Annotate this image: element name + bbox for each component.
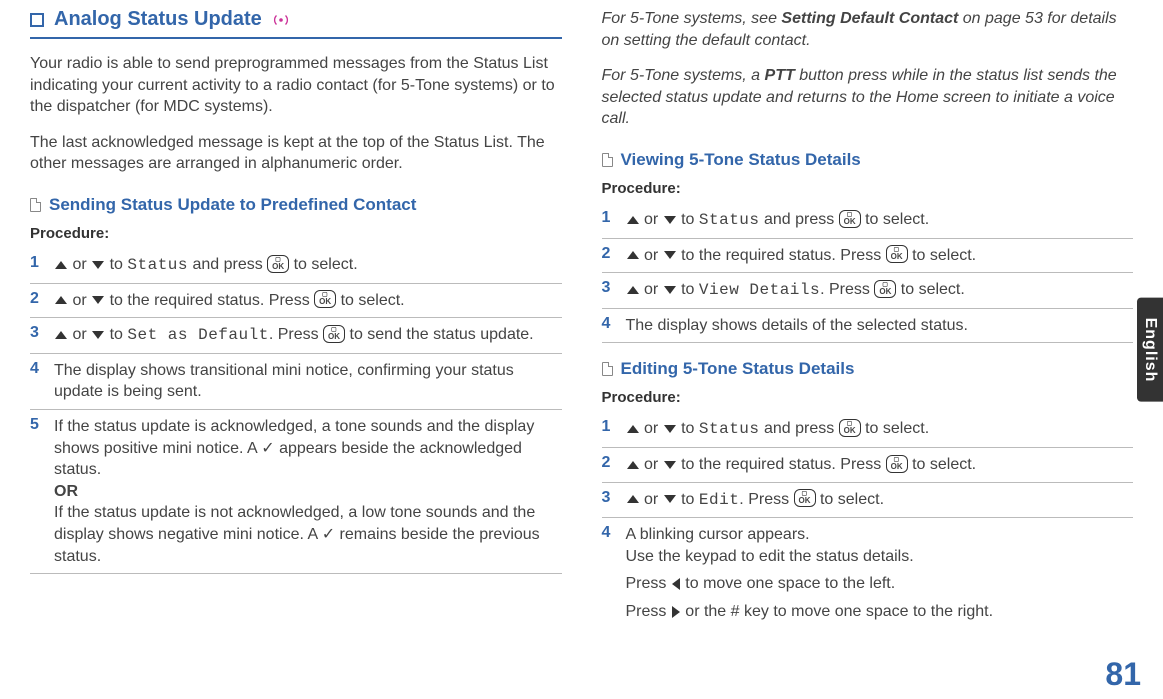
language-tab: English	[1137, 297, 1163, 402]
down-arrow-icon	[664, 286, 676, 294]
up-arrow-icon	[55, 261, 67, 269]
step-text: or to Status and press ▢OK to select.	[626, 418, 930, 441]
section-title: Analog Status Update	[54, 8, 262, 31]
step-text: or to Status and press ▢OK to select.	[626, 209, 930, 232]
ok-button-icon: ▢OK	[323, 325, 345, 343]
step-text: If the status update is acknowledged, a …	[54, 416, 562, 567]
step-text: or to Status and press ▢OK to select.	[54, 254, 358, 277]
up-arrow-icon	[627, 286, 639, 294]
step-text: A blinking cursor appears. Use the keypa…	[626, 524, 994, 622]
up-arrow-icon	[627, 495, 639, 503]
step-number: 3	[602, 279, 616, 297]
up-arrow-icon	[627, 461, 639, 469]
right-arrow-icon	[672, 606, 680, 618]
antenna-icon	[272, 11, 290, 29]
ok-button-icon: ▢OK	[794, 489, 816, 507]
step-number: 1	[30, 254, 44, 272]
up-arrow-icon	[627, 425, 639, 433]
down-arrow-icon	[664, 251, 676, 259]
step-row: 2 or to the required status. Press ▢OK t…	[30, 284, 562, 319]
step-row: 5 If the status update is acknowledged, …	[30, 410, 562, 574]
step-number: 5	[30, 416, 44, 434]
subsection-title: Editing 5-Tone Status Details	[621, 359, 855, 379]
subsection-title: Viewing 5-Tone Status Details	[621, 150, 861, 170]
step-row: 2 or to the required status. Press ▢OK t…	[602, 239, 1134, 274]
page-body: Analog Status Update Your radio is able …	[0, 0, 1163, 659]
up-arrow-icon	[55, 331, 67, 339]
step-row: 4 The display shows details of the selec…	[602, 309, 1134, 344]
page-icon	[602, 362, 613, 376]
step-number: 2	[602, 245, 616, 263]
step-row: 4 A blinking cursor appears. Use the key…	[602, 518, 1134, 628]
procedure-label: Procedure:	[30, 225, 562, 242]
down-arrow-icon	[664, 495, 676, 503]
step-number: 4	[602, 524, 616, 542]
step-number: 1	[602, 418, 616, 436]
left-arrow-icon	[672, 578, 680, 590]
step-text: or to Edit. Press ▢OK to select.	[626, 489, 885, 512]
square-bullet-icon	[30, 13, 44, 27]
step-row: 1 or to Status and press ▢OK to select.	[602, 412, 1134, 448]
right-column: For 5-Tone systems, see Setting Default …	[602, 8, 1134, 629]
subsection-editing: Editing 5-Tone Status Details	[602, 359, 1134, 379]
ok-button-icon: ▢OK	[314, 290, 336, 308]
up-arrow-icon	[627, 251, 639, 259]
step-text: or to the required status. Press ▢OK to …	[626, 245, 977, 267]
ok-button-icon: ▢OK	[839, 419, 861, 437]
down-arrow-icon	[92, 296, 104, 304]
procedure-label: Procedure:	[602, 180, 1134, 197]
procedure-label: Procedure:	[602, 389, 1134, 406]
ok-button-icon: ▢OK	[886, 245, 908, 263]
step-row: 3 or to Edit. Press ▢OK to select.	[602, 483, 1134, 519]
subsection-sending: Sending Status Update to Predefined Cont…	[30, 195, 562, 215]
down-arrow-icon	[92, 261, 104, 269]
step-text: or to View Details. Press ▢OK to select.	[626, 279, 965, 302]
step-row: 3 or to Set as Default. Press ▢OK to sen…	[30, 318, 562, 354]
step-text: The display shows transitional mini noti…	[54, 360, 562, 403]
step-row: 2 or to the required status. Press ▢OK t…	[602, 448, 1134, 483]
note-paragraph: For 5-Tone systems, see Setting Default …	[602, 8, 1134, 51]
step-number: 2	[602, 454, 616, 472]
step-number: 3	[602, 489, 616, 507]
step-text: The display shows details of the selecte…	[626, 315, 968, 337]
step-number: 1	[602, 209, 616, 227]
down-arrow-icon	[92, 331, 104, 339]
up-arrow-icon	[627, 216, 639, 224]
subsection-viewing: Viewing 5-Tone Status Details	[602, 150, 1134, 170]
step-row: 4 The display shows transitional mini no…	[30, 354, 562, 410]
step-text: or to the required status. Press ▢OK to …	[54, 290, 405, 312]
page-number: 81	[1105, 656, 1141, 693]
step-row: 1 or to Status and press ▢OK to select.	[602, 203, 1134, 239]
ok-button-icon: ▢OK	[874, 280, 896, 298]
subsection-title: Sending Status Update to Predefined Cont…	[49, 195, 416, 215]
section-header-analog: Analog Status Update	[30, 8, 562, 39]
step-text: or to the required status. Press ▢OK to …	[626, 454, 977, 476]
step-number: 4	[602, 315, 616, 333]
note-paragraph: For 5-Tone systems, a PTT button press w…	[602, 65, 1134, 130]
intro-paragraph-2: The last acknowledged message is kept at…	[30, 132, 562, 175]
step-number: 4	[30, 360, 44, 378]
ok-button-icon: ▢OK	[839, 210, 861, 228]
left-column: Analog Status Update Your radio is able …	[30, 8, 562, 629]
step-number: 2	[30, 290, 44, 308]
ok-button-icon: ▢OK	[267, 255, 289, 273]
step-row: 1 or to Status and press ▢OK to select.	[30, 248, 562, 284]
page-icon	[602, 153, 613, 167]
step-text: or to Set as Default. Press ▢OK to send …	[54, 324, 534, 347]
down-arrow-icon	[664, 216, 676, 224]
step-row: 3 or to View Details. Press ▢OK to selec…	[602, 273, 1134, 309]
step-number: 3	[30, 324, 44, 342]
page-icon	[30, 198, 41, 212]
up-arrow-icon	[55, 296, 67, 304]
down-arrow-icon	[664, 425, 676, 433]
down-arrow-icon	[664, 461, 676, 469]
intro-paragraph-1: Your radio is able to send preprogrammed…	[30, 53, 562, 118]
ok-button-icon: ▢OK	[886, 455, 908, 473]
